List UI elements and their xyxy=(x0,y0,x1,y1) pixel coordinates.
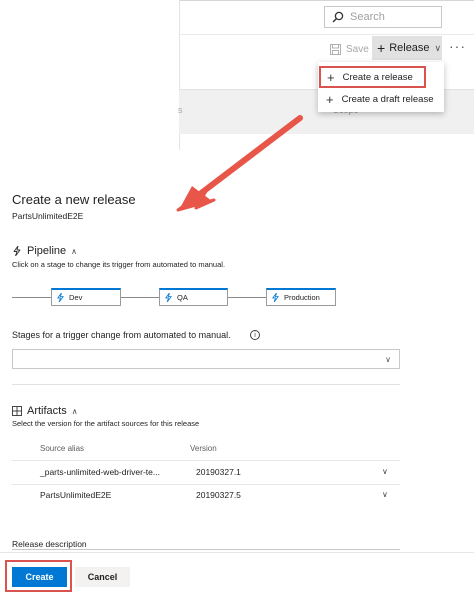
cancel-button[interactable]: Cancel xyxy=(75,567,130,587)
stage-label: Production xyxy=(284,293,320,302)
pipeline-icon xyxy=(13,246,21,256)
save-label: Save xyxy=(346,43,369,55)
menu-item-label: Create a release xyxy=(342,71,413,83)
pipeline-section-title: Pipeline xyxy=(27,245,67,257)
artifacts-section-title: Artifacts xyxy=(27,405,67,417)
stage-trigger-icon xyxy=(57,293,65,302)
artifact-alias: PartsUnlimitedE2E xyxy=(40,490,112,500)
stage-production[interactable]: Production xyxy=(266,288,336,306)
stage-trigger-icon xyxy=(272,293,280,302)
release-menu: + Create a release + Create a draft rele… xyxy=(318,62,444,112)
column-header-version: Version xyxy=(190,444,217,453)
save-icon xyxy=(330,43,341,55)
table-row-divider xyxy=(12,460,400,461)
manual-trigger-label: Stages for a trigger change from automat… xyxy=(12,330,231,340)
section-divider xyxy=(12,384,400,385)
table-row-divider xyxy=(12,484,400,485)
stage-qa[interactable]: QA xyxy=(159,288,228,306)
artifacts-icon xyxy=(12,406,22,416)
artifacts-hint: Select the version for the artifact sour… xyxy=(12,419,200,428)
plus-icon: + xyxy=(326,91,334,107)
release-description-field[interactable] xyxy=(12,549,400,550)
pipeline-name: PartsUnlimitedE2E xyxy=(12,211,84,221)
pipeline-section-toggle[interactable]: Pipeline ∧ xyxy=(12,245,77,257)
stage-dev[interactable]: Dev xyxy=(51,288,121,306)
plus-icon: + xyxy=(327,69,335,85)
stage-connector xyxy=(12,297,52,298)
release-label: Release xyxy=(389,42,430,54)
chevron-up-icon: ∧ xyxy=(71,246,77,256)
save-button[interactable]: Save xyxy=(330,40,369,58)
manual-trigger-dropdown[interactable]: ∨ xyxy=(12,349,400,369)
artifacts-section-toggle[interactable]: Artifacts ∧ xyxy=(12,405,78,417)
chevron-down-icon[interactable]: ∨ xyxy=(382,490,388,499)
search-icon xyxy=(332,11,344,23)
panel-title: Create a new release xyxy=(12,192,136,207)
artifact-version[interactable]: 20190327.1 xyxy=(196,467,241,477)
menu-item-create-release[interactable]: + Create a release xyxy=(319,66,426,88)
create-button[interactable]: Create xyxy=(12,567,67,587)
background-top-border xyxy=(179,0,474,1)
plus-icon: + xyxy=(377,40,386,56)
release-button[interactable]: + Release ∨ xyxy=(372,36,442,60)
chevron-down-icon: ∨ xyxy=(385,355,391,364)
pipeline-hint: Click on a stage to change its trigger f… xyxy=(12,260,226,269)
search-input[interactable] xyxy=(350,11,440,23)
search-box[interactable] xyxy=(324,6,442,28)
background-truncated-text: s xyxy=(178,105,183,115)
more-options-button[interactable]: ··· xyxy=(449,38,466,54)
chevron-down-icon: ∨ xyxy=(434,42,442,53)
release-description-label: Release description xyxy=(12,539,87,549)
toolbar-divider xyxy=(179,34,474,35)
artifact-version[interactable]: 20190327.5 xyxy=(196,490,241,500)
menu-item-create-draft-release[interactable]: + Create a draft release xyxy=(318,88,444,110)
menu-item-label: Create a draft release xyxy=(341,93,434,105)
stage-trigger-icon xyxy=(165,293,173,302)
footer-divider xyxy=(0,552,474,553)
stage-connector xyxy=(227,297,267,298)
chevron-up-icon: ∧ xyxy=(71,406,78,416)
artifact-alias: _parts-unlimited-web-driver-te... xyxy=(40,467,160,477)
column-header-source-alias: Source alias xyxy=(40,444,85,453)
chevron-down-icon[interactable]: ∨ xyxy=(382,467,388,476)
info-icon[interactable]: i xyxy=(250,330,260,340)
stage-label: QA xyxy=(177,293,188,302)
stage-label: Dev xyxy=(69,293,83,302)
stage-connector xyxy=(120,297,160,298)
